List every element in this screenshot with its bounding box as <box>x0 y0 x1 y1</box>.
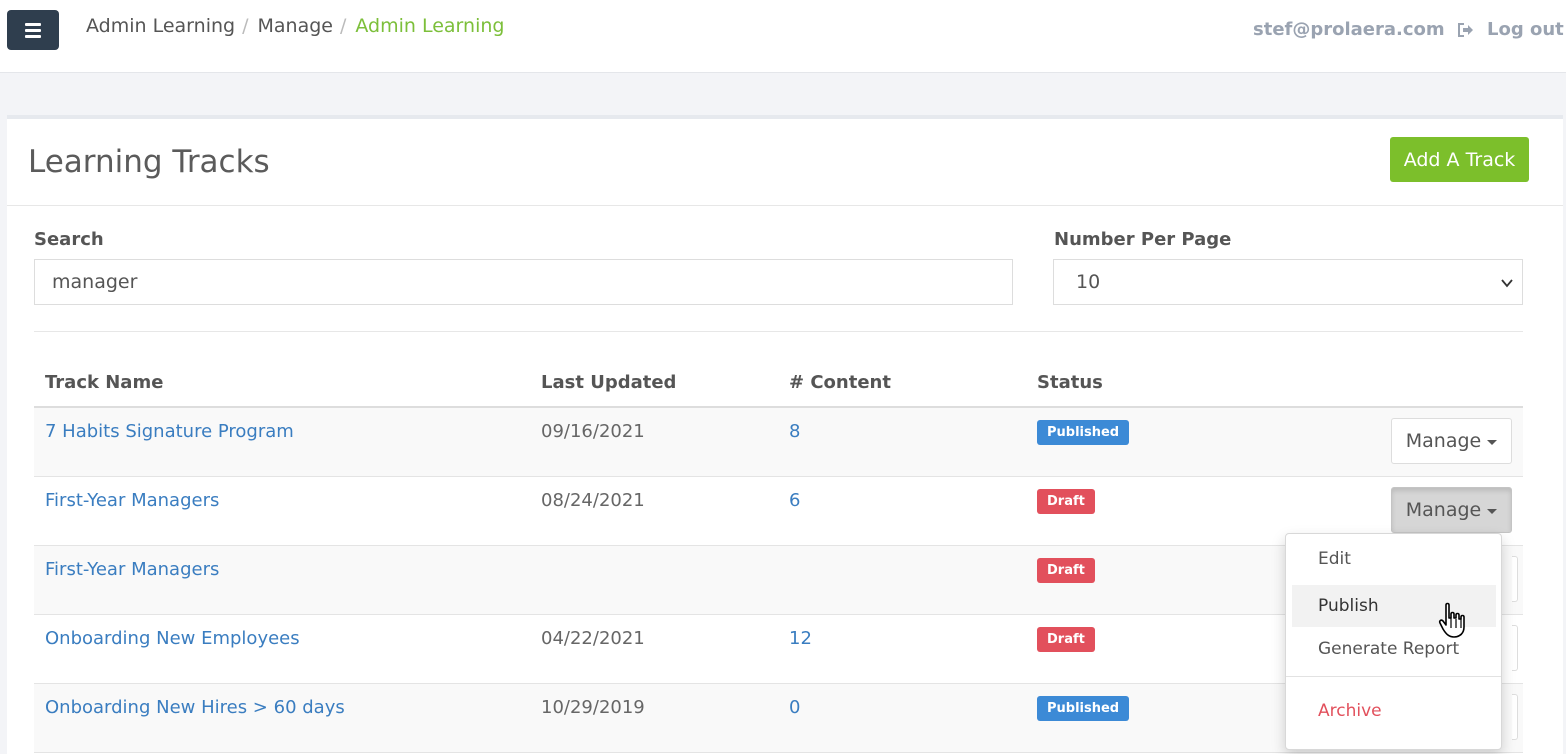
search-input[interactable]: manager <box>34 259 1013 305</box>
status-badge: Published <box>1037 420 1130 445</box>
content-count-link[interactable]: 0 <box>789 697 800 718</box>
column-header-status[interactable]: Status <box>1037 372 1103 393</box>
breadcrumb: Admin Learning / Manage / Admin Learning <box>86 15 504 37</box>
status-badge: Published <box>1037 696 1130 721</box>
panel-header: Learning Tracks Add A Track <box>7 119 1563 206</box>
manage-button[interactable] <box>1512 625 1518 671</box>
breadcrumb-separator: / <box>339 15 347 37</box>
filter-divider <box>34 331 1523 332</box>
manage-dropdown-menu: Edit Publish Generate Report Archive <box>1285 533 1502 750</box>
user-email[interactable]: stef@prolaera.com <box>1253 19 1445 40</box>
manage-button-open[interactable]: Manage <box>1391 487 1512 533</box>
track-name-link[interactable]: Onboarding New Employees <box>45 628 300 649</box>
menu-toggle-button[interactable] <box>7 10 59 50</box>
manage-label: Manage <box>1405 430 1482 452</box>
table-header: Track Name Last Updated # Content Status <box>34 364 1523 408</box>
column-header-content[interactable]: # Content <box>789 372 891 393</box>
last-updated: 08/24/2021 <box>541 490 645 511</box>
search-input-value: manager <box>52 271 138 293</box>
status-badge: Draft <box>1037 627 1095 652</box>
per-page-label: Number Per Page <box>1054 229 1232 250</box>
content-count-link[interactable]: 8 <box>789 421 800 442</box>
caret-down-icon <box>1487 439 1498 445</box>
status-badge: Draft <box>1037 489 1095 514</box>
per-page-select[interactable]: 10 <box>1053 259 1523 305</box>
logout-icon <box>1458 22 1473 37</box>
menu-item-edit[interactable]: Edit <box>1292 538 1496 580</box>
manage-button[interactable]: Manage <box>1391 418 1512 464</box>
breadcrumb-separator: / <box>242 15 249 37</box>
breadcrumb-item-current: Admin Learning <box>355 15 505 37</box>
page-title: Learning Tracks <box>28 144 270 180</box>
content-count-link[interactable]: 6 <box>789 490 800 511</box>
table-row: 7 Habits Signature Program 09/16/2021 8 … <box>34 408 1523 477</box>
menu-item-archive[interactable]: Archive <box>1292 690 1496 732</box>
chevron-down-icon <box>1501 279 1513 288</box>
hamburger-icon <box>25 22 41 26</box>
track-name-link[interactable]: First-Year Managers <box>45 490 219 511</box>
column-header-track-name[interactable]: Track Name <box>45 372 163 393</box>
per-page-value: 10 <box>1076 271 1101 293</box>
hand-pointer-icon <box>1438 602 1465 638</box>
search-label: Search <box>34 229 104 250</box>
last-updated: 09/16/2021 <box>541 421 645 442</box>
column-header-last-updated[interactable]: Last Updated <box>541 372 676 393</box>
content-count-link[interactable]: 12 <box>789 628 812 649</box>
track-name-link[interactable]: 7 Habits Signature Program <box>45 421 294 442</box>
last-updated: 10/29/2019 <box>541 697 645 718</box>
last-updated: 04/22/2021 <box>541 628 645 649</box>
caret-down-icon <box>1487 508 1498 514</box>
track-name-link[interactable]: Onboarding New Hires > 60 days <box>45 697 345 718</box>
logout-label: Log out <box>1487 19 1564 40</box>
logout-link[interactable]: Log out <box>1457 19 1564 40</box>
track-name-link[interactable]: First-Year Managers <box>45 559 219 580</box>
top-bar: Admin Learning / Manage / Admin Learning… <box>0 0 1566 73</box>
breadcrumb-item-manage[interactable]: Manage <box>257 15 332 37</box>
manage-button[interactable] <box>1512 556 1518 602</box>
add-track-button[interactable]: Add A Track <box>1390 137 1529 182</box>
breadcrumb-item-admin-learning[interactable]: Admin Learning <box>86 15 235 37</box>
manage-button[interactable] <box>1512 694 1518 740</box>
status-badge: Draft <box>1037 558 1095 583</box>
manage-label: Manage <box>1405 499 1482 521</box>
menu-divider <box>1286 676 1501 677</box>
